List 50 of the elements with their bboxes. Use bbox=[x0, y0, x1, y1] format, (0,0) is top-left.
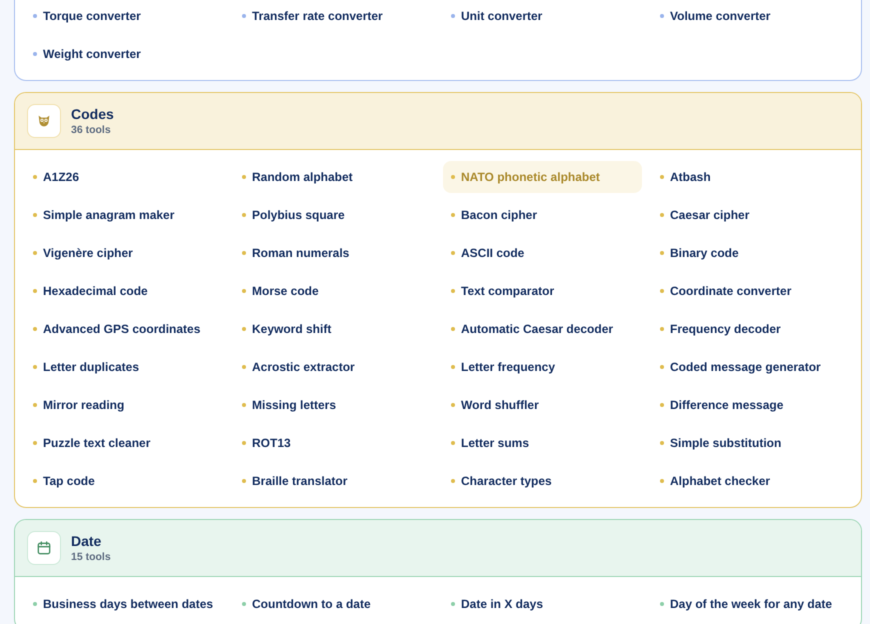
owl-icon bbox=[27, 104, 61, 138]
tool-link[interactable]: Braille translator bbox=[234, 465, 433, 497]
tool-link[interactable]: Unit converter bbox=[443, 0, 642, 32]
tool-link[interactable]: Automatic Caesar decoder bbox=[443, 313, 642, 345]
tool-link[interactable]: Atbash bbox=[652, 161, 851, 193]
tool-link[interactable]: Puzzle text cleaner bbox=[25, 427, 224, 459]
category-title: Codes bbox=[71, 106, 114, 122]
tool-link[interactable]: Date in X days bbox=[443, 588, 642, 620]
tool-link[interactable]: Polybius square bbox=[234, 199, 433, 231]
tool-link[interactable]: Morse code bbox=[234, 275, 433, 307]
tool-link[interactable]: Hexadecimal code bbox=[25, 275, 224, 307]
tool-link[interactable]: Volume converter bbox=[652, 0, 851, 32]
tool-count: 15 tools bbox=[71, 551, 111, 563]
tool-link[interactable]: Advanced GPS coordinates bbox=[25, 313, 224, 345]
tool-link[interactable]: Keyword shift bbox=[234, 313, 433, 345]
tool-link[interactable]: Vigenère cipher bbox=[25, 237, 224, 269]
tool-link[interactable]: Difference message bbox=[652, 389, 851, 421]
tool-link[interactable]: Frequency decoder bbox=[652, 313, 851, 345]
tool-link[interactable]: Acrostic extractor bbox=[234, 351, 433, 383]
tool-link[interactable]: Binary code bbox=[652, 237, 851, 269]
tool-link[interactable]: Character types bbox=[443, 465, 642, 497]
category-title: Date bbox=[71, 533, 102, 549]
tool-link[interactable]: Countdown to a date bbox=[234, 588, 433, 620]
tool-link[interactable]: ROT13 bbox=[234, 427, 433, 459]
tool-link[interactable]: Mirror reading bbox=[25, 389, 224, 421]
tool-link[interactable]: Missing letters bbox=[234, 389, 433, 421]
tool-link[interactable]: Weight converter bbox=[25, 38, 224, 70]
tool-link[interactable]: Alphabet checker bbox=[652, 465, 851, 497]
tool-link[interactable]: Roman numerals bbox=[234, 237, 433, 269]
tool-link[interactable]: Letter duplicates bbox=[25, 351, 224, 383]
tool-link[interactable]: Caesar cipher bbox=[652, 199, 851, 231]
calendar-icon bbox=[27, 531, 61, 565]
tool-link[interactable]: Simple anagram maker bbox=[25, 199, 224, 231]
tool-link[interactable]: Word shuffler bbox=[443, 389, 642, 421]
tool-link[interactable]: Simple substitution bbox=[652, 427, 851, 459]
tool-link[interactable]: Coordinate converter bbox=[652, 275, 851, 307]
tool-link[interactable]: ASCII code bbox=[443, 237, 642, 269]
tool-count: 36 tools bbox=[71, 124, 112, 136]
tool-link[interactable]: Bacon cipher bbox=[443, 199, 642, 231]
tool-link[interactable]: Random alphabet bbox=[234, 161, 433, 193]
tool-link[interactable]: Day of the week for any date bbox=[652, 588, 851, 620]
tool-link[interactable]: Coded message generator bbox=[652, 351, 851, 383]
tool-link[interactable]: Business days between dates bbox=[25, 588, 224, 620]
tool-link[interactable]: Text comparator bbox=[443, 275, 642, 307]
tool-link[interactable]: Torque converter bbox=[25, 0, 224, 32]
tool-link[interactable]: Letter frequency bbox=[443, 351, 642, 383]
tool-link[interactable]: Transfer rate converter bbox=[234, 0, 433, 32]
tool-link[interactable]: Letter sums bbox=[443, 427, 642, 459]
tool-link[interactable]: Tap code bbox=[25, 465, 224, 497]
tool-link[interactable]: A1Z26 bbox=[25, 161, 224, 193]
